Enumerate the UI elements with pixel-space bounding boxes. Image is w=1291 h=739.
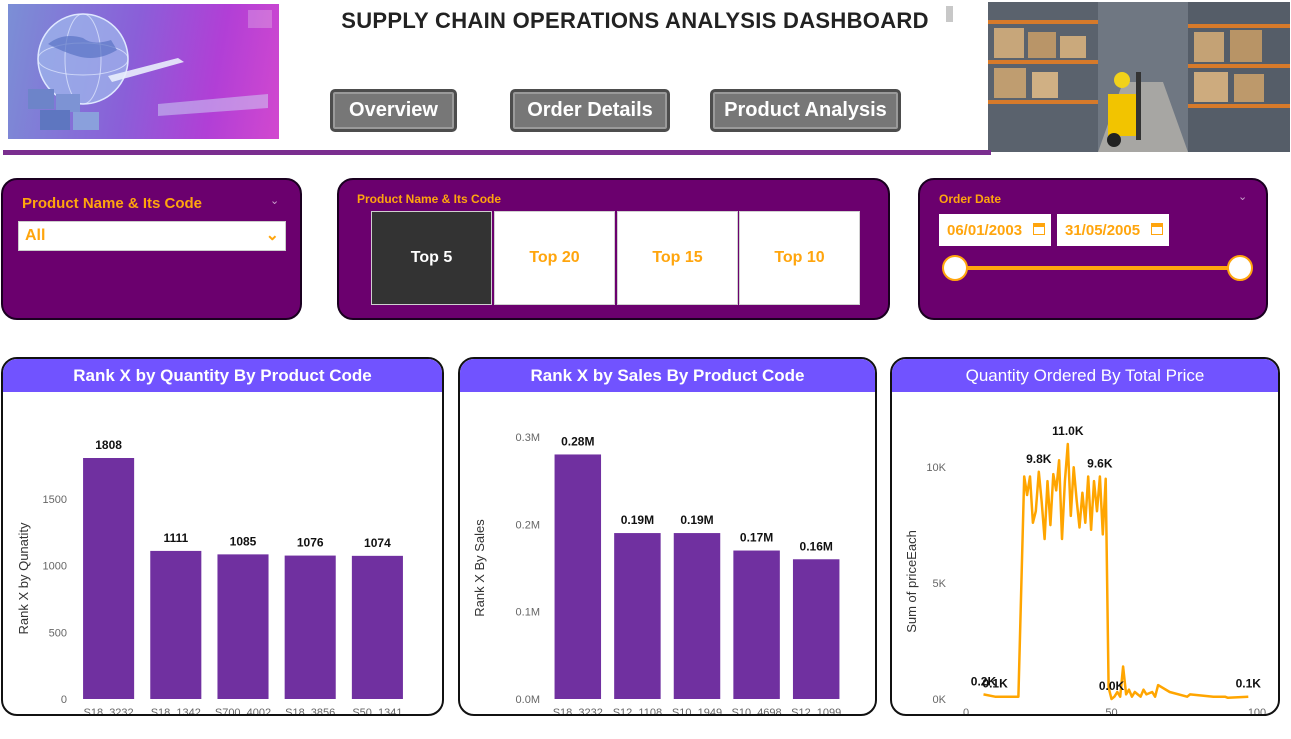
data-label: 9.6K (1087, 456, 1113, 470)
tile-top-5[interactable]: Top 5 (371, 211, 492, 305)
price-series-line (983, 442, 1249, 701)
order-date-slicer: Order Date ⌄ 06/01/2003 31/05/2005 (918, 178, 1268, 320)
data-label: 0.19M (621, 513, 654, 527)
quantity-price-chart: Quantity Ordered By Total Price 0K 5K 10K 0… (890, 357, 1280, 716)
data-label: 0.0K (1099, 679, 1125, 693)
y-tick-label: 500 (49, 627, 67, 639)
chart-title: Rank X by Quantity By Product Code (3, 359, 442, 392)
y-axis-title: Sum of priceEach (904, 530, 919, 633)
bar (733, 550, 780, 699)
warehouse-photo-banner (988, 2, 1290, 152)
nav-overview-button[interactable]: Overview (330, 89, 457, 132)
dashboard-title: SUPPLY CHAIN OPERATIONS ANALYSIS DASHBOA… (341, 8, 929, 33)
y-tick-label: 0.0M (516, 694, 540, 706)
tile-top-10[interactable]: Top 10 (739, 211, 860, 305)
chevron-down-icon[interactable]: ⌄ (270, 194, 279, 207)
x-tick-label: S18_3856 (285, 707, 335, 714)
data-label: 1111 (163, 531, 188, 545)
slicer-title: Order Date (939, 192, 1002, 206)
bar (614, 533, 661, 699)
data-label: 0.19M (680, 513, 713, 527)
calendar-icon[interactable] (1151, 223, 1163, 235)
x-tick-label: S18_3232 (84, 707, 134, 714)
tile-top-15[interactable]: Top 15 (617, 211, 738, 305)
y-tick-label: 10K (926, 462, 946, 474)
y-tick-label: 0.1M (516, 607, 540, 619)
x-tick-label: S12_1108 (613, 707, 662, 714)
y-axis-title: Rank X By Sales (472, 519, 487, 617)
y-axis-title: Rank X by Qunatity (16, 522, 31, 634)
data-label: 9.8K (1026, 452, 1052, 466)
x-tick-label: S10_4698 (732, 707, 782, 714)
slicer-title: Product Name & Its Code (357, 192, 502, 206)
chart-title: Rank X by Sales By Product Code (460, 359, 875, 392)
y-tick-label: 5K (933, 578, 947, 590)
sales-rank-bar-chart: 0.0M 0.1M 0.2M 0.3M 0.28M S18_3232 0.19M S12_11… (472, 432, 841, 714)
bar (351, 555, 403, 699)
x-tick-label: 50 (1105, 707, 1117, 714)
data-label: 1076 (297, 536, 324, 550)
x-tick-label: S18_3232 (553, 707, 603, 714)
product-dropdown-slicer: Product Name & Its Code ⌄ All ⌄ (1, 178, 302, 320)
x-tick-label: S700_4002 (215, 707, 271, 714)
product-select-value: All (25, 227, 46, 244)
data-label: 0.28M (561, 434, 594, 448)
data-label: 0.1K (1236, 677, 1262, 691)
end-date-value: 31/05/2005 (1065, 221, 1141, 239)
y-tick-label: 0.2M (516, 519, 540, 531)
product-select[interactable]: All ⌄ (18, 221, 286, 251)
date-range-end-handle[interactable] (1227, 255, 1253, 281)
y-tick-label: 0 (61, 694, 67, 706)
tile-top-20[interactable]: Top 20 (494, 211, 615, 305)
bar (554, 454, 602, 699)
date-range-track[interactable] (955, 266, 1241, 270)
data-label: 0.16M (800, 539, 833, 553)
slicer-title: Product Name & Its Code (22, 195, 203, 212)
x-tick-label: S18_1342 (151, 707, 201, 714)
quantity-price-line-chart: 0K5K10K0 50 1000.2K0.1K9.8K11.0K9.6K0.0K 0.… (904, 424, 1266, 714)
x-tick-label: 100 (1248, 707, 1266, 714)
end-date-input[interactable]: 31/05/2005 (1057, 214, 1169, 246)
start-date-input[interactable]: 06/01/2003 (939, 214, 1051, 246)
chart-title: Quantity Ordered By Total Price (892, 359, 1278, 392)
y-tick-label: 1500 (43, 494, 67, 506)
bar (673, 533, 721, 699)
chevron-down-icon[interactable]: ⌄ (1238, 190, 1247, 203)
sales-rank-chart: Rank X by Sales By Product Code 0.0M 0.1M… (458, 357, 877, 716)
date-range-start-handle[interactable] (942, 255, 968, 281)
header-divider (3, 150, 991, 155)
data-label: 1085 (230, 534, 257, 548)
x-tick-label: S12_1099 (791, 707, 841, 714)
y-tick-label: 0K (933, 694, 947, 706)
y-tick-label: 1000 (43, 561, 67, 573)
bar (217, 554, 269, 699)
quantity-rank-chart: Rank X by Quantity By Product Code 0 500 1… (1, 357, 444, 716)
nav-product-analysis-button[interactable]: Product Analysis (710, 89, 901, 132)
title-scroll-marker (946, 6, 953, 22)
data-label: 0.17M (740, 531, 773, 545)
x-tick-label: 0 (963, 707, 969, 714)
data-label: 0.1K (982, 677, 1008, 691)
bar (83, 458, 135, 699)
nav-order-details-button[interactable]: Order Details (510, 89, 670, 132)
globe-logistics-illustration (28, 10, 272, 130)
data-label: 1074 (364, 536, 391, 550)
calendar-icon[interactable] (1033, 223, 1045, 235)
warehouse-forklift-illustration (988, 2, 1290, 152)
data-label: 11.0K (1052, 424, 1084, 438)
data-label: 1808 (95, 438, 122, 452)
x-tick-label: S10_1949 (672, 707, 722, 714)
bar (792, 559, 840, 699)
bar (150, 550, 202, 699)
globe-logistics-banner (8, 4, 279, 139)
product-top-n-slicer: Product Name & Its Code Top 5 Top 20 Top… (337, 178, 890, 320)
quantity-rank-bar-chart: 0 500 1000 1500 1808 S18_3232 1111 S18_1342 1085… (16, 438, 403, 714)
x-tick-label: S50_1341 (352, 707, 402, 714)
chevron-down-icon: ⌄ (265, 227, 279, 244)
start-date-value: 06/01/2003 (947, 221, 1023, 239)
bar (284, 555, 336, 699)
y-tick-label: 0.3M (516, 432, 540, 444)
